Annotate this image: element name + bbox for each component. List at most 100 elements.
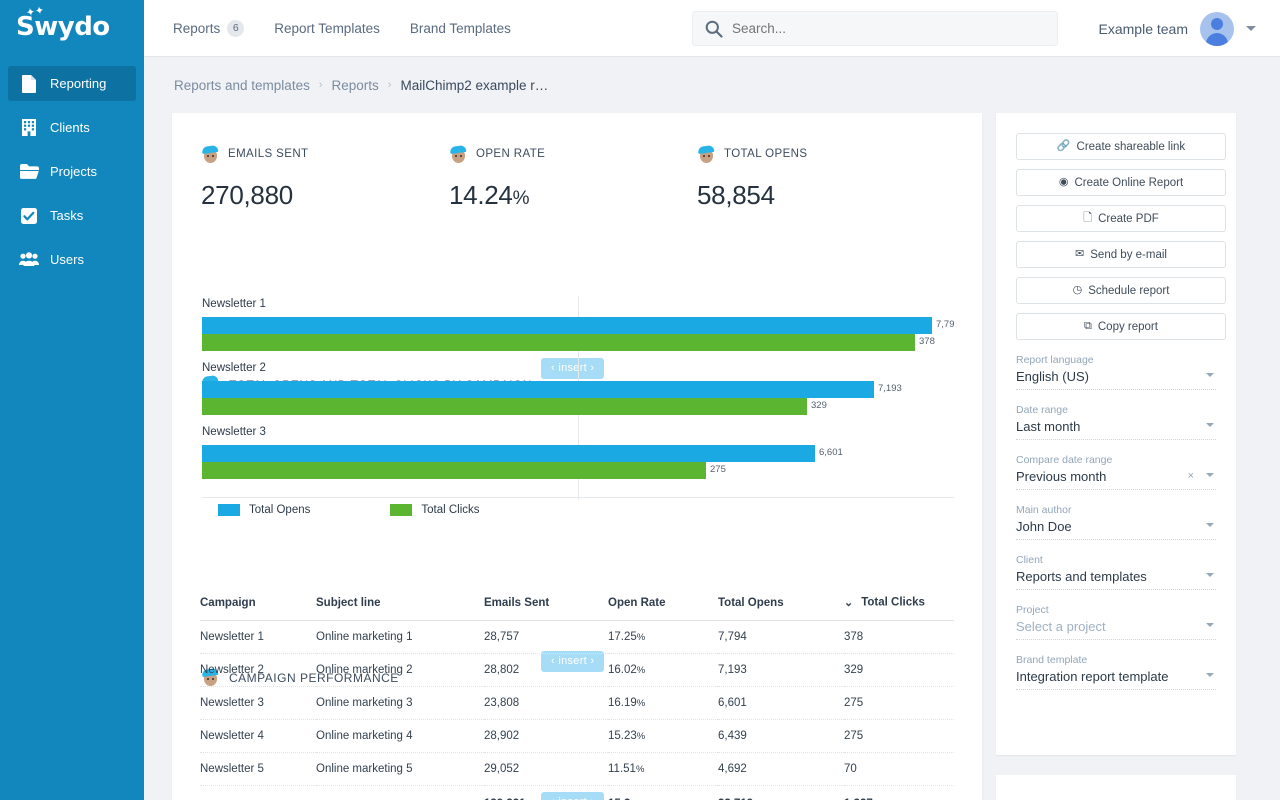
create-online-report-button[interactable]: ◉ Create Online Report bbox=[1016, 169, 1226, 196]
chevron-down-icon[interactable] bbox=[1206, 523, 1214, 527]
chevron-down-icon[interactable]: ⌄ bbox=[844, 596, 853, 609]
tab-reports[interactable]: Reports 6 bbox=[173, 19, 245, 37]
cell-clicks: 275 bbox=[844, 719, 954, 753]
sidebar-item-reporting[interactable]: Reporting bbox=[8, 66, 136, 101]
mailchimp-icon bbox=[697, 144, 716, 164]
cell-clicks: 329 bbox=[844, 653, 954, 687]
create-shareable-link-button[interactable]: 🔗 Create shareable link bbox=[1016, 133, 1226, 160]
cell-opens: 6,439 bbox=[718, 719, 844, 753]
building-icon bbox=[18, 118, 40, 138]
cell-opens: 7,193 bbox=[718, 653, 844, 687]
table-header-row: Campaign Subject line Emails Sent Open R… bbox=[200, 596, 954, 621]
cell-rate-symbol: % bbox=[635, 764, 645, 775]
table-row[interactable]: Newsletter 5 Online marketing 5 29,052 1… bbox=[200, 752, 954, 786]
link-icon: 🔗 bbox=[1056, 140, 1071, 152]
document-icon bbox=[18, 74, 40, 94]
chevron-down-icon[interactable] bbox=[1246, 26, 1256, 31]
cell-opens: 6,601 bbox=[718, 686, 844, 720]
kpi-value: 14.24% bbox=[449, 180, 697, 211]
cell-rate: 15.2% bbox=[608, 786, 718, 800]
brand-template-select[interactable]: Integration report template bbox=[1016, 669, 1216, 690]
insert-widget-button-3[interactable]: ‹ insert › bbox=[541, 792, 605, 800]
table-row[interactable]: Newsletter 4 Online marketing 4 28,902 1… bbox=[200, 719, 954, 753]
client-select[interactable]: Reports and templates bbox=[1016, 569, 1216, 590]
cell-rate-value: 16.02 bbox=[608, 664, 637, 676]
brand-logo[interactable]: ✦✦ Swydo bbox=[0, 0, 144, 58]
chevron-down-icon[interactable] bbox=[1206, 423, 1214, 427]
breadcrumb-separator-icon: › bbox=[387, 79, 392, 91]
report-language-select[interactable]: English (US) bbox=[1016, 369, 1216, 390]
button-label: Copy report bbox=[1097, 320, 1158, 333]
team-menu[interactable]: Example team bbox=[1099, 0, 1256, 57]
breadcrumb-item-reports[interactable]: Reports bbox=[332, 78, 379, 93]
bar-total-opens[interactable] bbox=[202, 317, 932, 334]
column-header-emails-sent[interactable]: Emails Sent bbox=[484, 596, 608, 621]
kpi-row: EMAILS SENT 270,880 OPEN RATE 14.24% TOT… bbox=[172, 113, 982, 211]
main-author-select[interactable]: John Doe bbox=[1016, 519, 1216, 540]
breadcrumb-item-root[interactable]: Reports and templates bbox=[174, 78, 310, 93]
secondary-panel-card bbox=[996, 775, 1236, 800]
app-root: ✦✦ Swydo Reporting Clients Projects Task… bbox=[0, 0, 1280, 800]
left-sidebar: ✦✦ Swydo Reporting Clients Projects Task… bbox=[0, 0, 144, 800]
cell-sent: 29,052 bbox=[484, 752, 608, 786]
checkbox-icon bbox=[18, 206, 40, 226]
cell-clicks: 1,327 bbox=[844, 786, 954, 800]
bar-total-opens[interactable] bbox=[202, 381, 874, 398]
copy-report-button[interactable]: ⧉ Copy report bbox=[1016, 313, 1226, 340]
chart-category-label: Newsletter 1 bbox=[202, 298, 266, 310]
cell-clicks: 275 bbox=[844, 686, 954, 720]
avatar[interactable] bbox=[1200, 11, 1234, 46]
kpi-value: 270,880 bbox=[201, 180, 449, 211]
sidebar-item-label: Reporting bbox=[50, 75, 107, 91]
bar-total-clicks[interactable] bbox=[202, 398, 807, 415]
tab-label: Report Templates bbox=[274, 20, 380, 36]
column-header-campaign[interactable]: Campaign bbox=[200, 596, 316, 621]
chevron-down-icon[interactable] bbox=[1206, 373, 1214, 377]
chevron-down-icon[interactable] bbox=[1206, 573, 1214, 577]
field-date-range: Date range Last month bbox=[1016, 404, 1216, 440]
field-label: Brand template bbox=[1016, 654, 1088, 666]
cell-clicks: 70 bbox=[844, 752, 954, 786]
sidebar-item-tasks[interactable]: Tasks bbox=[8, 198, 136, 233]
cell-opens: 32,719 bbox=[718, 786, 844, 800]
compare-date-range-select[interactable]: Previous month × bbox=[1016, 469, 1216, 490]
users-icon bbox=[18, 250, 40, 270]
cell-rate-symbol: % bbox=[636, 731, 646, 742]
field-value: John Doe bbox=[1016, 519, 1072, 534]
chart-group-newsletter-1: Newsletter 1 7,79 378 bbox=[202, 296, 955, 351]
cell-rate: 16.02% bbox=[608, 653, 718, 687]
clear-icon[interactable]: × bbox=[1188, 470, 1194, 482]
field-report-language: Report language English (US) bbox=[1016, 354, 1216, 390]
sidebar-item-clients[interactable]: Clients bbox=[8, 110, 136, 145]
field-value: Last month bbox=[1016, 419, 1081, 434]
bar-total-opens[interactable] bbox=[202, 445, 815, 462]
kpi-total-opens: TOTAL OPENS 58,854 bbox=[697, 144, 945, 211]
project-select[interactable]: Select a project bbox=[1016, 619, 1216, 640]
column-header-subject-line[interactable]: Subject line bbox=[316, 596, 484, 621]
search-input[interactable] bbox=[732, 21, 1032, 36]
tab-brand-templates[interactable]: Brand Templates bbox=[410, 21, 511, 36]
table-row[interactable]: Newsletter 3 Online marketing 3 23,808 1… bbox=[200, 686, 954, 720]
sidebar-item-label: Projects bbox=[50, 163, 97, 179]
sidebar-item-projects[interactable]: Projects bbox=[8, 154, 136, 189]
column-header-open-rate[interactable]: Open Rate bbox=[608, 596, 718, 621]
reports-count-badge: 6 bbox=[227, 19, 245, 37]
schedule-report-button[interactable]: ◷ Schedule report bbox=[1016, 277, 1226, 304]
tab-report-templates[interactable]: Report Templates bbox=[274, 21, 380, 36]
search-box[interactable] bbox=[692, 11, 1058, 46]
column-header-total-clicks[interactable]: ⌄ Total Clicks bbox=[844, 596, 954, 621]
table-row[interactable]: Newsletter 1 Online marketing 1 28,757 1… bbox=[200, 620, 954, 654]
chevron-down-icon[interactable] bbox=[1206, 473, 1214, 477]
column-header-total-opens[interactable]: Total Opens bbox=[718, 596, 844, 621]
date-range-select[interactable]: Last month bbox=[1016, 419, 1216, 440]
table-row[interactable]: Newsletter 2 Online marketing 2 28,802 1… bbox=[200, 653, 954, 687]
bar-total-clicks[interactable] bbox=[202, 462, 706, 479]
create-pdf-button[interactable]: 🗋 Create PDF bbox=[1016, 205, 1226, 232]
cell-subject: Online marketing 2 bbox=[316, 653, 484, 687]
bar-total-clicks[interactable] bbox=[202, 334, 915, 351]
kpi-value: 58,854 bbox=[697, 180, 945, 211]
sidebar-item-users[interactable]: Users bbox=[8, 242, 136, 277]
chevron-down-icon[interactable] bbox=[1206, 673, 1214, 677]
send-by-email-button[interactable]: ✉ Send by e-mail bbox=[1016, 241, 1226, 268]
chevron-down-icon[interactable] bbox=[1206, 623, 1214, 627]
